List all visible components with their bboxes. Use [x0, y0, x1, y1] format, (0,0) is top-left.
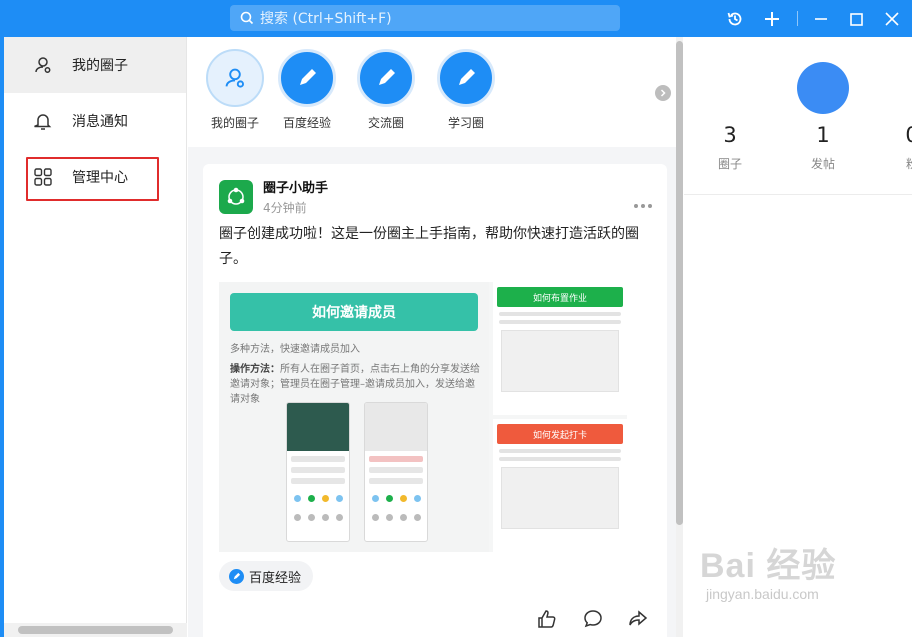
- feed-panel: 我的圈子 百度经验 交流圈 学习圈 圈子小助手 4分钟前 圈子创建成功啦！这是一…: [188, 37, 681, 637]
- homework-guide-card: 如何布置作业: [493, 282, 627, 415]
- stat-label: 发帖: [810, 157, 835, 171]
- sidebar-item-notifications[interactable]: 消息通知: [4, 93, 186, 149]
- sidebar-item-my-circles[interactable]: 我的圈子: [4, 37, 186, 93]
- author-avatar[interactable]: [219, 180, 253, 214]
- circle-avatar: [357, 49, 415, 107]
- close-button[interactable]: [879, 6, 905, 32]
- sidebar-item-label: 我的圈子: [72, 58, 128, 74]
- stat-number: 1: [816, 123, 830, 147]
- circle-network-icon: [227, 187, 245, 205]
- add-button[interactable]: [759, 6, 785, 32]
- circle-item-my-circles[interactable]: 我的圈子: [203, 49, 267, 131]
- plus-icon: [765, 12, 779, 26]
- invite-guide-label: 操作方法：: [230, 364, 280, 375]
- invite-guide-card: 如何邀请成员 多种方法，快速邀请成员加入 操作方法：所有人在圈子首页，点击右上角…: [219, 282, 489, 552]
- stat-fans[interactable]: 0 粉: [882, 123, 912, 172]
- pencil-icon: [300, 69, 316, 85]
- maximize-icon: [849, 12, 863, 26]
- share-icon: [629, 610, 648, 626]
- checkin-guide-card: 如何发起打卡: [493, 419, 627, 552]
- more-options-button[interactable]: [633, 194, 653, 213]
- circle-list: 我的圈子 百度经验 交流圈 学习圈: [188, 37, 681, 147]
- like-button[interactable]: [536, 608, 558, 630]
- profile-panel: 3 圈子 1 发帖 0 粉: [684, 37, 912, 637]
- invite-guide-title: 如何邀请成员: [230, 293, 478, 331]
- circle-label: 我的圈子: [210, 116, 259, 130]
- pencil-icon: [459, 69, 475, 85]
- annotation-highlight-box: [26, 157, 159, 201]
- pencil-icon: [229, 568, 244, 584]
- circle-label: 学习圈: [447, 116, 484, 130]
- homework-guide-title: 如何布置作业: [497, 287, 623, 307]
- titlebar-divider: [797, 11, 798, 26]
- sidebar-item-label: 消息通知: [72, 114, 128, 130]
- feed-vertical-scrollbar[interactable]: [676, 37, 683, 637]
- more-icon: [634, 204, 652, 208]
- phone-screenshot: [364, 402, 428, 542]
- stat-circles[interactable]: 3 圈子: [700, 123, 760, 172]
- comment-icon: [584, 610, 602, 628]
- circle-label: 交流圈: [367, 116, 404, 130]
- avatar[interactable]: [797, 62, 849, 114]
- stat-label: 粉: [905, 157, 912, 171]
- scrollbar-thumb[interactable]: [18, 626, 173, 634]
- share-button[interactable]: [627, 608, 649, 630]
- circle-user-icon: [32, 54, 54, 76]
- history-icon: [727, 12, 742, 26]
- stat-number: 3: [723, 123, 737, 147]
- stat-number: 0: [882, 123, 912, 147]
- invite-guide-subtitle: 多种方法，快速邀请成员加入: [230, 344, 360, 355]
- post-card: 圈子小助手 4分钟前 圈子创建成功啦！这是一份圈主上手指南，帮助你快速打造活跃的…: [203, 164, 667, 637]
- sidebar-horizontal-scrollbar[interactable]: [4, 623, 187, 637]
- chevron-right-icon: [660, 89, 666, 97]
- search-icon: [240, 11, 254, 25]
- history-button[interactable]: [722, 6, 748, 32]
- circles-next-button[interactable]: [655, 85, 671, 101]
- sidebar: 我的圈子 消息通知 管理中心: [0, 37, 187, 637]
- circle-item-exchange[interactable]: 交流圈: [354, 49, 418, 131]
- circle-avatar: [437, 49, 495, 107]
- search-placeholder: 搜索 (Ctrl+Shift+F): [260, 11, 392, 27]
- pencil-icon: [379, 69, 395, 85]
- close-icon: [885, 12, 899, 26]
- post-text: 圈子创建成功啦！这是一份圈主上手指南，帮助你快速打造活跃的圈子。: [219, 226, 639, 267]
- comment-button[interactable]: [582, 608, 604, 630]
- title-bar: 搜索 (Ctrl+Shift+F): [0, 0, 912, 37]
- post-time: 4分钟前: [263, 201, 307, 215]
- minimize-button[interactable]: [808, 6, 834, 32]
- scrollbar-thumb[interactable]: [676, 41, 683, 525]
- circle-avatar: [206, 49, 264, 107]
- post-image[interactable]: 如何邀请成员 多种方法，快速邀请成员加入 操作方法：所有人在圈子首页，点击右上角…: [219, 282, 627, 552]
- app-window: 搜索 (Ctrl+Shift+F) 我的圈子 消息通知 管理中心 我的圈子 百度…: [0, 0, 912, 637]
- stat-posts[interactable]: 1 发帖: [793, 123, 853, 172]
- divider: [684, 194, 912, 195]
- minimize-icon: [815, 18, 827, 20]
- search-input[interactable]: 搜索 (Ctrl+Shift+F): [230, 5, 620, 31]
- maximize-button[interactable]: [843, 6, 869, 32]
- stat-label: 圈子: [717, 157, 742, 171]
- circle-avatar: [278, 49, 336, 107]
- circle-label: 百度经验: [282, 116, 331, 130]
- invite-guide-description: 操作方法：所有人在圈子首页，点击右上角的分享发送给邀请对象；管理员在圈子管理–邀…: [230, 362, 480, 407]
- phone-screenshot: [286, 402, 350, 542]
- thumbs-up-icon: [538, 610, 556, 628]
- circle-item-baidu-jingyan[interactable]: 百度经验: [275, 49, 339, 131]
- post-tag-label: 百度经验: [249, 570, 302, 586]
- circle-item-study[interactable]: 学习圈: [434, 49, 498, 131]
- post-author[interactable]: 圈子小助手: [263, 177, 328, 196]
- circle-user-icon: [225, 68, 245, 88]
- checkin-guide-title: 如何发起打卡: [497, 424, 623, 444]
- post-tag[interactable]: 百度经验: [219, 561, 314, 591]
- bell-icon: [32, 110, 54, 132]
